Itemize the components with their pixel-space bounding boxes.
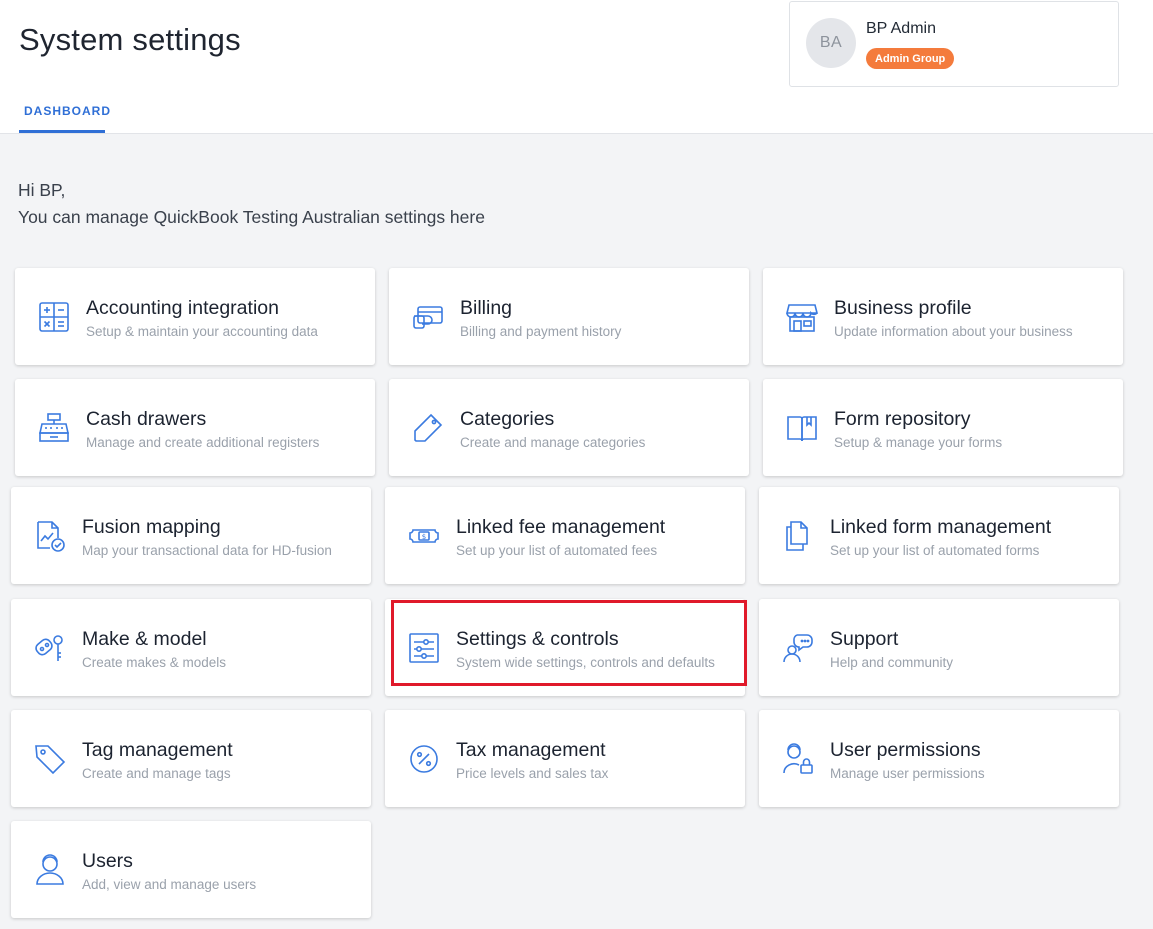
svg-text:$: $ <box>422 533 426 541</box>
tile-subtitle: Map your transactional data for HD-fusio… <box>82 543 332 558</box>
tile-subtitle: Set up your list of automated forms <box>830 543 1040 558</box>
sliders-icon <box>407 631 441 665</box>
tile-user-permissions[interactable]: User permissions Manage user permissions <box>759 710 1119 807</box>
tile-title: Settings & controls <box>456 628 619 650</box>
tile-subtitle: Billing and payment history <box>460 324 622 339</box>
tile-subtitle: Update information about your business <box>834 324 1073 339</box>
tile-title: Billing <box>460 297 513 319</box>
tile-settings-and-controls[interactable]: Settings & controls System wide settings… <box>385 599 745 696</box>
tile-title: Cash drawers <box>86 408 207 430</box>
tile-business-profile[interactable]: Business profile Update information abou… <box>763 268 1123 365</box>
tile-title: Form repository <box>834 408 971 430</box>
chart-check-icon <box>33 519 67 553</box>
user-name: BP Admin <box>866 20 936 37</box>
tile-tax-management[interactable]: Tax management Price levels and sales ta… <box>385 710 745 807</box>
page-title: System settings <box>19 22 241 57</box>
tag-icon <box>33 742 67 776</box>
tile-title: Accounting integration <box>86 297 279 319</box>
greeting-description: You can manage QuickBook Testing Austral… <box>18 207 485 227</box>
tile-subtitle: Manage and create additional registers <box>86 435 320 450</box>
tile-subtitle: Create and manage categories <box>460 435 646 450</box>
tile-subtitle: Manage user permissions <box>830 766 985 781</box>
tile-title: Tax management <box>456 739 606 761</box>
tab-dashboard[interactable]: DASHBOARD <box>19 96 110 133</box>
user-group-badge: Admin Group <box>866 48 955 69</box>
calculator-icon <box>37 300 71 334</box>
user-card[interactable]: BA BP Admin Admin Group <box>789 1 1119 87</box>
tile-support[interactable]: Support Help and community <box>759 599 1119 696</box>
tile-title: User permissions <box>830 739 981 761</box>
credit-card-icon <box>411 300 445 334</box>
documents-icon <box>781 519 815 553</box>
tile-subtitle: Price levels and sales tax <box>456 766 609 781</box>
tile-subtitle: Setup & maintain your accounting data <box>86 324 318 339</box>
tile-fusion-mapping[interactable]: Fusion mapping Map your transactional da… <box>11 487 371 584</box>
percent-icon <box>407 742 441 776</box>
greeting-line: Hi BP, <box>18 180 66 200</box>
tile-users[interactable]: Users Add, view and manage users <box>11 821 371 918</box>
tile-title: Business profile <box>834 297 972 319</box>
tile-make-and-model[interactable]: Make & model Create makes & models <box>11 599 371 696</box>
tile-subtitle: Setup & manage your forms <box>834 435 1003 450</box>
user-lock-icon <box>781 742 815 776</box>
tile-title: Linked fee management <box>456 516 666 538</box>
tile-title: Fusion mapping <box>82 516 221 538</box>
tile-title: Tag management <box>82 739 233 761</box>
tile-accounting-integration[interactable]: Accounting integration Setup & maintain … <box>15 268 375 365</box>
tile-title: Categories <box>460 408 555 430</box>
tile-tag-management[interactable]: Tag management Create and manage tags <box>11 710 371 807</box>
tile-subtitle: System wide settings, controls and defau… <box>456 655 715 670</box>
storefront-icon <box>785 300 819 334</box>
car-keys-icon <box>33 631 67 665</box>
tile-title: Linked form management <box>830 516 1052 538</box>
tile-form-repository[interactable]: Form repository Setup & manage your form… <box>763 379 1123 476</box>
avatar: BA <box>806 18 856 68</box>
tile-categories[interactable]: Categories Create and manage categories <box>389 379 749 476</box>
tile-subtitle: Help and community <box>830 655 954 670</box>
tile-linked-fee-management[interactable]: $ Linked fee management Set up your list… <box>385 487 745 584</box>
tile-title: Make & model <box>82 628 207 650</box>
tile-subtitle: Add, view and manage users <box>82 877 257 892</box>
tile-subtitle: Create and manage tags <box>82 766 231 781</box>
tile-linked-form-management[interactable]: Linked form management Set up your list … <box>759 487 1119 584</box>
user-icon <box>33 853 67 887</box>
tile-cash-drawers[interactable]: Cash drawers Manage and create additiona… <box>15 379 375 476</box>
money-bill-icon: $ <box>407 519 441 553</box>
tile-title: Support <box>830 628 899 650</box>
tag-outline-icon <box>411 411 445 445</box>
tile-subtitle: Set up your list of automated fees <box>456 543 658 558</box>
tile-billing[interactable]: Billing Billing and payment history <box>389 268 749 365</box>
book-icon <box>785 411 819 445</box>
tile-title: Users <box>82 850 133 872</box>
tile-subtitle: Create makes & models <box>82 655 227 670</box>
cash-register-icon <box>37 411 71 445</box>
support-chat-icon <box>781 631 815 665</box>
greeting: Hi BP, You can manage QuickBook Testing … <box>18 177 485 231</box>
